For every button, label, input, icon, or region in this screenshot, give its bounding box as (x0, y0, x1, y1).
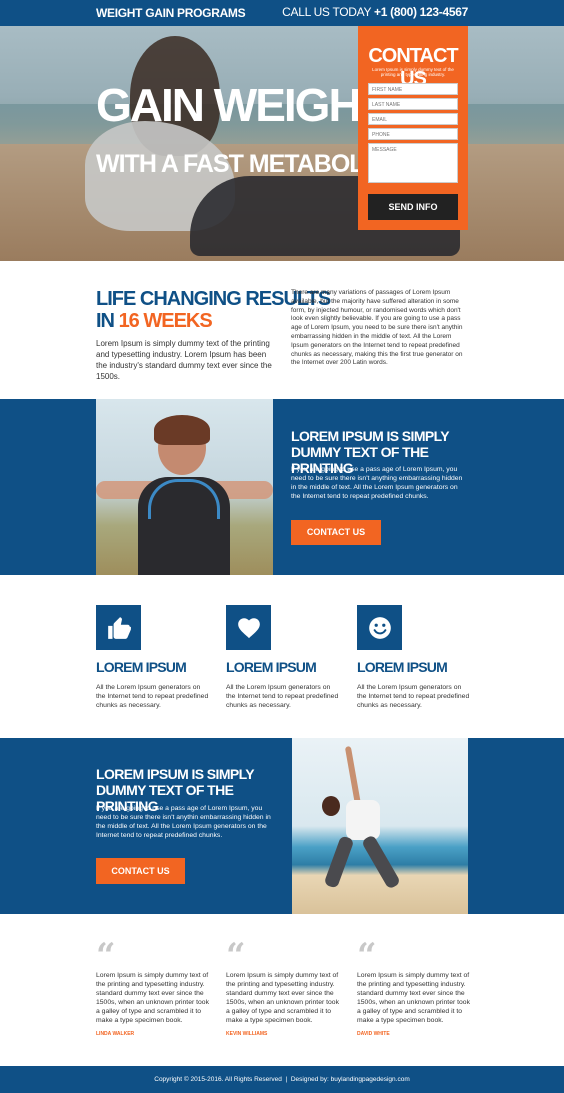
phone-field[interactable]: PHONE (368, 128, 458, 140)
photo1-hair (154, 415, 210, 445)
band1-text: If you are going to use a pass age of Lo… (291, 466, 463, 500)
quote-icon: “ (357, 936, 377, 976)
thumbs-up-icon (96, 605, 141, 650)
smiley-icon (357, 605, 402, 650)
email-field[interactable]: EMAIL (368, 113, 458, 125)
testimonial-text-1: Lorem Ipsum is simply dummy text of the … (96, 972, 209, 1024)
photo2-head (322, 796, 340, 816)
footer-designer-link[interactable]: Designed by: buylandingpagedesign.com (291, 1076, 410, 1083)
feature-text-2: All the Lorem Ipsum generators on the In… (226, 684, 339, 709)
photo2-leg-right (360, 834, 402, 890)
results-text: Lorem Ipsum is simply dummy text of the … (96, 339, 272, 381)
first-name-field[interactable]: FIRST NAME (368, 83, 458, 95)
feature-text-3: All the Lorem Ipsum generators on the In… (357, 684, 470, 709)
results-highlight: 16 WEEKS (118, 310, 213, 332)
results-title-in: IN (96, 310, 115, 332)
feature-title-3: LOREM IPSUM (357, 659, 448, 675)
feature-title-2: LOREM IPSUM (226, 659, 317, 675)
testimonial-text-2: Lorem Ipsum is simply dummy text of the … (226, 972, 339, 1024)
feature-title-1: LOREM IPSUM (96, 659, 187, 675)
footer-copyright: Copyright © 2015-2016. All Rights Reserv… (154, 1076, 282, 1083)
heart-icon (226, 605, 271, 650)
testimonial-author-1: LINDA WALKER (96, 1031, 135, 1037)
form-subtitle: Lorem Ipsum is simply dummy text of the … (372, 67, 454, 77)
band1-contact-button[interactable]: CONTACT US (291, 520, 381, 545)
call-us: CALL US TODAY +1 (800) 123-4567 (282, 5, 468, 19)
band2-contact-button[interactable]: CONTACT US (96, 858, 185, 884)
quote-icon: “ (226, 936, 246, 976)
feature-text-1: All the Lorem Ipsum generators on the In… (96, 684, 209, 709)
footer-separator: | (285, 1076, 288, 1083)
send-info-button[interactable]: SEND INFO (368, 194, 458, 220)
contact-form: CONTACT US Lorem Ipsum is simply dummy t… (358, 26, 468, 230)
testimonial-text-3: Lorem Ipsum is simply dummy text of the … (357, 972, 470, 1024)
quote-icon: “ (96, 936, 116, 976)
results-side-text: There are many variations of passages of… (291, 289, 463, 367)
message-field[interactable]: MESSAGE (368, 143, 458, 183)
photo1-strap (148, 479, 220, 519)
brand-logo-text[interactable]: WEIGHT GAIN PROGRAMS (96, 6, 246, 20)
feature-band-2 (0, 738, 564, 914)
photo2-body (346, 800, 380, 840)
last-name-field[interactable]: LAST NAME (368, 98, 458, 110)
top-bar: WEIGHT GAIN PROGRAMS CALL US TODAY +1 (8… (0, 0, 564, 26)
hero-title: GAIN WEIGHT (96, 79, 388, 131)
testimonial-author-2: KEVIN WILLIAMS (226, 1031, 268, 1037)
photo2-arm (344, 745, 362, 807)
yoga-beach-image (292, 738, 468, 914)
hero-banner (0, 26, 564, 261)
testimonial-author-3: DAVID WHITE (357, 1031, 390, 1037)
woman-outdoors-image (96, 399, 273, 575)
call-label: CALL US TODAY (282, 5, 371, 19)
photo2-leg-left (323, 835, 355, 889)
footer: Copyright © 2015-2016. All Rights Reserv… (0, 1066, 564, 1093)
band2-text: If you are going to use a pass age of Lo… (96, 805, 271, 839)
phone-number[interactable]: +1 (800) 123-4567 (374, 5, 468, 19)
feature-band-1 (0, 399, 564, 575)
